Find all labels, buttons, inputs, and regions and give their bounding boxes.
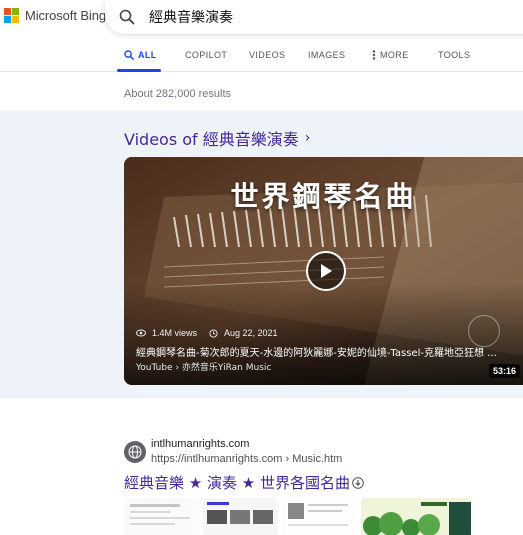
tab-all-label: ALL (138, 50, 157, 60)
channel-watermark (468, 315, 500, 347)
result-title-link[interactable]: 經典音樂 ★ 演奏 ★ 世界各國名曲 (124, 472, 364, 493)
video-section-heading[interactable]: Videos of 經典音樂演奏 › (124, 126, 310, 150)
tab-copilot[interactable]: COPILOT (185, 50, 227, 60)
preview-thumbnail[interactable] (124, 498, 199, 535)
download-icon[interactable] (352, 476, 364, 489)
tab-videos-label: VIDEOS (249, 50, 286, 60)
thumbnail-title-text: 世界鋼琴名曲 (230, 180, 417, 213)
result-url[interactable]: https://intlhumanrights.com › Music.htm (151, 453, 342, 465)
result-title-text: 經典音樂 ★ 演奏 ★ 世界各國名曲 (124, 474, 350, 492)
search-icon (124, 50, 134, 60)
tab-tools[interactable]: TOOLS (438, 50, 470, 60)
brand-name: Microsoft Bing (25, 8, 106, 23)
search-input[interactable]: 經典音樂演奏 (149, 7, 233, 27)
result-preview-strip (124, 498, 523, 535)
tab-more[interactable]: MORE (372, 50, 409, 60)
search-box[interactable]: 經典音樂演奏 (105, 0, 523, 34)
video-meta: 1.4M views Aug 22, 2021 (136, 328, 278, 338)
tab-copilot-label: COPILOT (185, 50, 228, 60)
eye-icon (136, 329, 146, 337)
video-card[interactable]: 世界鋼琴名曲 1.4M views Aug 22, 2021 經典鋼琴名曲-菊次… (124, 157, 523, 385)
search-icon[interactable] (119, 9, 135, 25)
preview-thumbnail[interactable] (361, 498, 471, 535)
preview-thumbnail[interactable] (203, 498, 278, 535)
video-heading-text: Videos of 經典音樂演奏 (124, 130, 299, 149)
search-tabs: ALL COPILOT VIDEOS IMAGES MORE TOOLS (0, 44, 523, 72)
more-vertical-icon (372, 50, 376, 60)
result-site-name[interactable]: intlhumanrights.com (151, 438, 249, 450)
tab-all[interactable]: ALL (124, 50, 157, 60)
tab-images[interactable]: IMAGES (308, 50, 345, 60)
site-favicon-globe-icon[interactable] (124, 441, 146, 463)
microsoft-logo-icon (4, 8, 19, 23)
tab-videos[interactable]: VIDEOS (249, 50, 285, 60)
video-views: 1.4M views (152, 328, 198, 338)
preview-thumbnail[interactable] (282, 498, 357, 535)
tab-more-label: MORE (380, 50, 409, 60)
chevron-right-icon: › (304, 130, 311, 146)
video-source: YouTube › 亦然音乐YiRan Music (136, 363, 272, 373)
tab-images-label: IMAGES (308, 50, 346, 60)
tab-tools-label: TOOLS (438, 50, 471, 60)
video-title[interactable]: 經典鋼琴名曲-菊次郎的夏天-水邊的阿狄麗娜-安妮的仙境-Tassel-克羅地亞狂… (136, 344, 516, 359)
video-duration-badge: 53:16 (489, 364, 521, 378)
globe-icon (128, 445, 142, 459)
bing-logo[interactable]: Microsoft Bing (4, 8, 106, 23)
active-tab-indicator (117, 69, 161, 72)
play-button[interactable] (306, 251, 346, 291)
video-date: Aug 22, 2021 (224, 328, 278, 338)
play-icon (321, 264, 332, 278)
results-count: About 282,000 results (124, 88, 232, 100)
clock-icon (209, 328, 218, 338)
